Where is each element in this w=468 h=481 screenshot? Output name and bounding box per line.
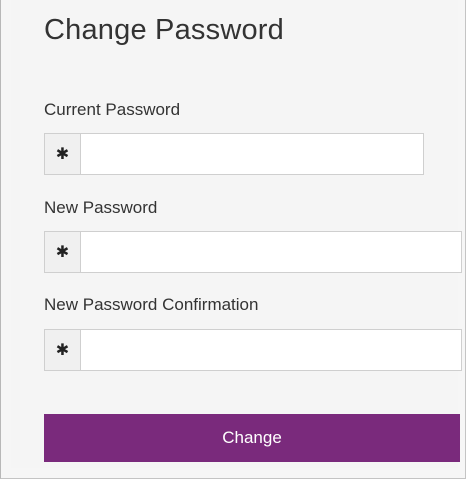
confirm-password-input[interactable] [80,329,462,371]
asterisk-icon: ✱ [44,133,80,175]
page-title: Change Password [44,14,284,46]
current-password-input[interactable] [80,133,424,175]
change-button[interactable]: Change [44,414,460,462]
current-password-label: Current Password [44,100,181,119]
confirm-password-label: New Password Confirmation [44,295,259,314]
new-password-label: New Password [44,198,158,217]
new-password-field: ✱ [44,231,462,273]
asterisk-icon: ✱ [44,231,80,273]
change-password-dialog: Change Password Current Password ✱ New P… [0,0,466,479]
current-password-field: ✱ [44,133,424,175]
asterisk-icon: ✱ [44,329,80,371]
confirm-password-field: ✱ [44,329,462,371]
new-password-input[interactable] [80,231,462,273]
